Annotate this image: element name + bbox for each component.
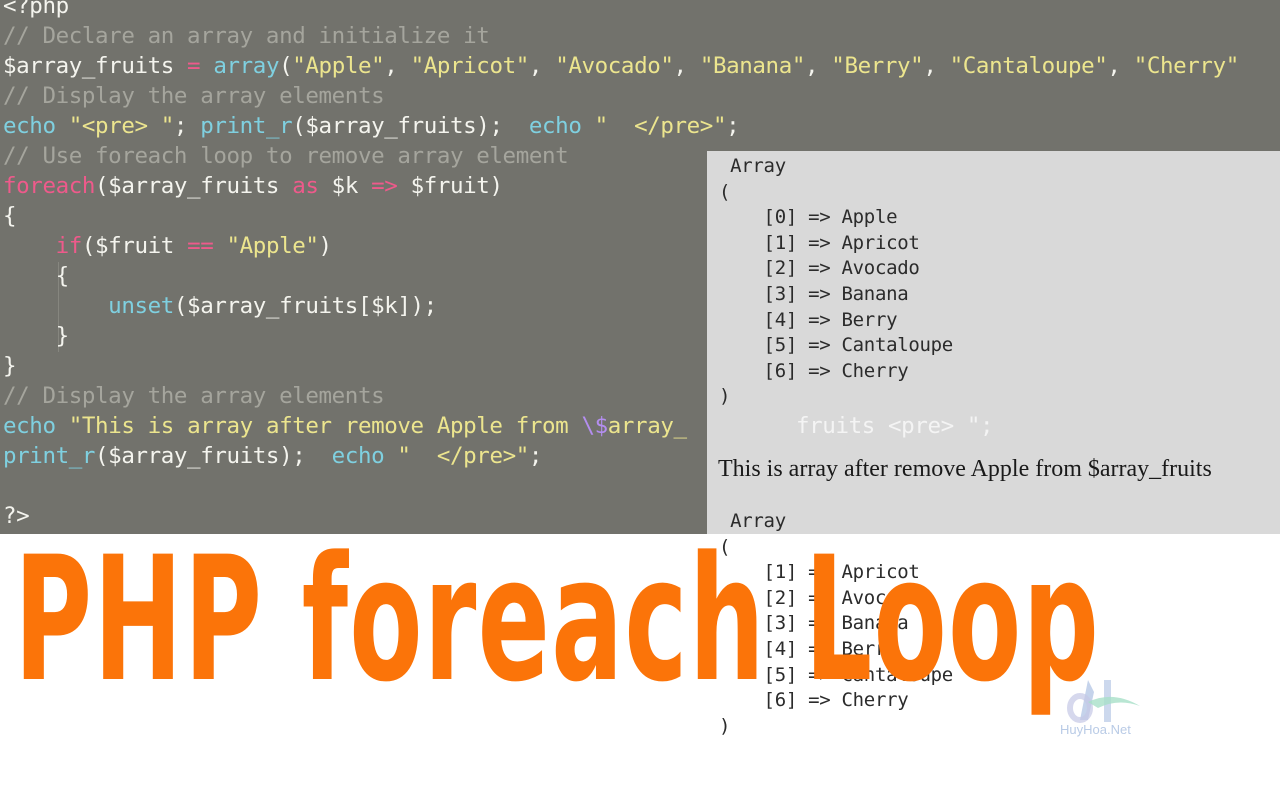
code-token: ($array_fruits[$k]); xyxy=(173,293,437,319)
array-close-paren: ) xyxy=(719,385,731,408)
code-token: array xyxy=(213,53,280,79)
code-token: == xyxy=(187,233,214,259)
code-token: "Banana" xyxy=(699,53,806,79)
code-token: echo xyxy=(3,413,56,439)
code-line: // Display the array elements xyxy=(3,81,1239,111)
code-token: "Berry" xyxy=(831,53,924,79)
code-token: " </pre>" xyxy=(397,443,529,469)
array-item: [2] => Avocado xyxy=(719,257,920,280)
array-item: [3] => Banana xyxy=(719,282,909,305)
code-token: ($array_fruits xyxy=(95,173,293,199)
code-token: <?php xyxy=(3,0,69,19)
code-token: ; xyxy=(528,443,543,469)
code-token: if xyxy=(55,233,83,259)
code-token: // Declare an array and initialize it xyxy=(3,23,490,49)
code-token: // Use foreach loop to remove array elem… xyxy=(3,143,569,169)
code-token: echo xyxy=(3,113,56,139)
array-header: Array xyxy=(719,155,786,177)
code-token: ; xyxy=(173,113,201,139)
code-token: as xyxy=(292,173,319,199)
overflow-code-text: fruits <pre> "; xyxy=(796,413,994,439)
array-item: [1] => Apricot xyxy=(719,231,920,254)
code-token: "Cherry" xyxy=(1133,53,1240,79)
code-token: ($fruit xyxy=(81,233,188,259)
code-token: " </pre>" xyxy=(594,113,727,139)
array-item: [5] => Cantaloupe xyxy=(719,334,954,357)
code-token: $array_fruits xyxy=(3,53,188,79)
output-sentence: This is array after remove Apple from $a… xyxy=(718,456,1212,482)
array-item: [6] => Cherry xyxy=(719,359,909,382)
code-token: $fruit) xyxy=(397,173,503,199)
code-line: <?php xyxy=(3,0,1239,21)
watermark-text: HuyHoa.Net xyxy=(1060,722,1131,737)
code-token: ( xyxy=(279,53,293,79)
array-open-paren: ( xyxy=(719,180,731,203)
code-token: { xyxy=(3,203,17,229)
code-token: , xyxy=(923,53,950,79)
code-token: => xyxy=(371,173,398,199)
array-item: [4] => Berry xyxy=(719,308,898,331)
code-token: echo xyxy=(528,113,582,139)
code-token: array_ xyxy=(607,413,687,439)
code-token: , xyxy=(528,53,556,79)
code-token: ; xyxy=(726,113,740,139)
code-token: unset xyxy=(108,293,174,319)
code-token: $k xyxy=(318,173,372,199)
code-token: { xyxy=(3,263,70,289)
code-line: echo "<pre> "; print_r($array_fruits); e… xyxy=(3,111,1239,141)
code-token: "This is array after remove Apple from xyxy=(68,413,582,439)
code-line: // Declare an array and initialize it xyxy=(3,21,1239,51)
code-token: , xyxy=(805,53,832,79)
code-token: print_r xyxy=(200,113,293,139)
code-token: } xyxy=(3,323,70,349)
code-token: ($array_fruits); xyxy=(292,113,529,139)
code-token: print_r xyxy=(3,443,96,469)
code-token: // Display the array elements xyxy=(3,383,385,409)
code-line: $array_fruits = array("Apple", "Apricot"… xyxy=(3,51,1239,81)
code-token: ($array_fruits); xyxy=(95,443,332,469)
code-token: \$ xyxy=(581,413,608,439)
first-array-output: Array ( [0] => Apple [1] => Apricot [2] =… xyxy=(719,154,953,410)
code-token: "Avocado" xyxy=(555,53,674,79)
code-token: echo xyxy=(331,443,385,469)
code-token: , xyxy=(1107,53,1134,79)
code-token: foreach xyxy=(3,173,96,199)
code-token: , xyxy=(384,53,411,79)
code-token: // Display the array elements xyxy=(3,83,385,109)
code-token: = xyxy=(187,53,201,79)
code-token: , xyxy=(673,53,700,79)
code-token: "<pre> " xyxy=(68,113,175,139)
code-token: "Cantaloupe" xyxy=(949,53,1108,79)
banner-title: PHP foreach Loop xyxy=(14,519,1101,720)
array-item: [0] => Apple xyxy=(719,206,898,229)
code-token: "Apricot" xyxy=(410,53,530,79)
code-token: } xyxy=(3,353,17,379)
code-token: ) xyxy=(318,233,333,259)
code-token: "Apple" xyxy=(292,53,385,79)
code-token: "Apple" xyxy=(226,233,319,259)
